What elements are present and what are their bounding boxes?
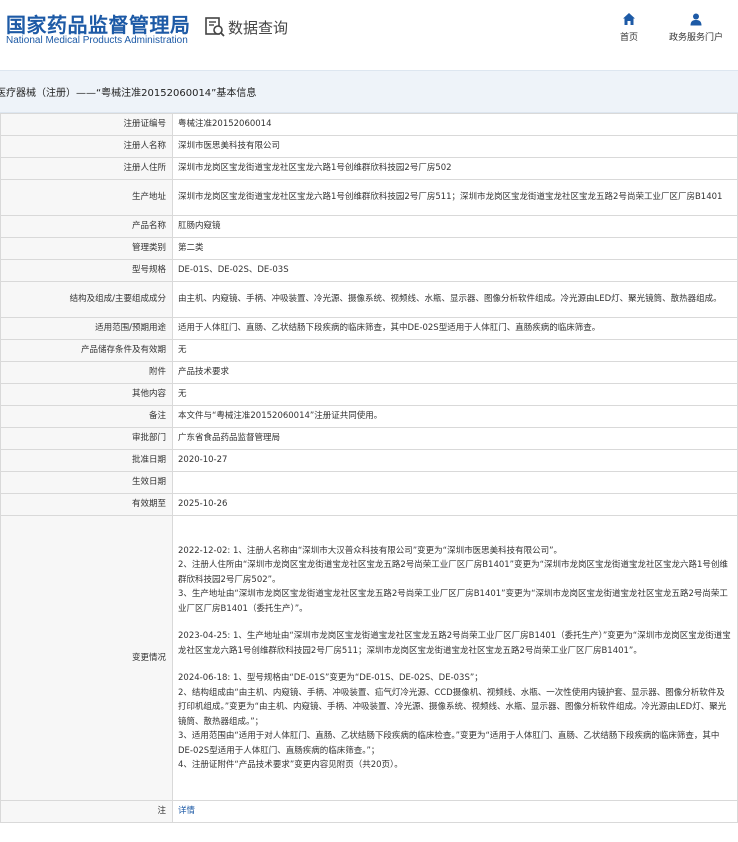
details-link[interactable]: 详情 xyxy=(178,806,195,816)
field-value: 由主机、内窥镜、手柄、冲吸装置、冷光源、摄像系统、视频线、水瓶、显示器、图像分析… xyxy=(172,281,738,318)
field-value: 深圳市龙岗区宝龙街道宝龙社区宝龙六路1号创维群欣科技园2号厂房511；深圳市龙岗… xyxy=(172,179,738,216)
change-entry: 2024-06-18: 1、型号规格由“DE-01S”变更为“DE-01S、DE… xyxy=(178,673,727,770)
field-value: 深圳市医思美科技有限公司 xyxy=(172,135,738,158)
field-value: 2020-10-27 xyxy=(172,449,738,472)
field-value: 无 xyxy=(172,383,738,406)
table-row: 产品储存条件及有效期无 xyxy=(0,339,738,362)
table-row: 审批部门 广东省食品药品监督管理局 xyxy=(0,427,738,450)
detail-table: 注册证编号 粤械注准20152060014 注册人名称 深圳市医思美科技有限公司 注册人… xyxy=(0,113,738,823)
home-icon xyxy=(623,13,635,25)
field-value: 本文件与“粤械注准20152060014”注册证共同使用。 xyxy=(172,405,738,428)
field-label: 附件 xyxy=(0,361,173,384)
field-label: 注册人名称 xyxy=(0,135,173,158)
table-row: 型号规格 DE-01S、DE-02S、DE-03S xyxy=(0,259,738,282)
table-row: 其他内容无 xyxy=(0,383,738,406)
field-label: 注 xyxy=(0,800,173,823)
table-row: 生产地址 深圳市龙岗区宝龙街道宝龙社区宝龙六路1号创维群欣科技园2号厂房511；深… xyxy=(0,179,738,216)
table-row: 结构及组成/主要组成成分 由主机、内窥镜、手柄、冲吸装置、冷光源、摄像系统、视频线… xyxy=(0,281,738,318)
field-value: 广东省食品药品监督管理局 xyxy=(172,427,738,450)
change-gap xyxy=(178,616,731,629)
table-row-note: 注详情 xyxy=(0,800,738,823)
table-row: 有效期至 2025-10-26 xyxy=(0,493,738,516)
search-doc-icon xyxy=(205,17,225,37)
field-value: 无 xyxy=(172,339,738,362)
field-value: 适用于人体肛门、直肠、乙状结肠下段疾病的临床筛查，其中DE-02S型适用于人体肛… xyxy=(172,317,738,340)
field-label: 型号规格 xyxy=(0,259,173,282)
field-label: 有效期至 xyxy=(0,493,173,516)
nav-home-label: 首页 xyxy=(619,33,638,43)
nav-service-portal-label: 政务服务门户 xyxy=(668,33,723,43)
change-history: 2022-12-02: 1、注册人名称由“深圳市大汉普众科技有限公司”变更为“深… xyxy=(172,515,738,801)
field-value: 粤械注准20152060014 xyxy=(172,113,738,136)
field-label: 生产地址 xyxy=(0,179,173,216)
nav-home[interactable]: 首页 xyxy=(612,12,646,43)
table-row: 产品名称 肛肠内窥镜 xyxy=(0,215,738,238)
field-label: 变更情况 xyxy=(0,515,173,801)
data-query-link[interactable]: 数据查询 xyxy=(204,15,288,39)
table-row: 附件 产品技术要求 xyxy=(0,361,738,384)
field-label: 其他内容 xyxy=(0,383,173,406)
field-label: 管理类别 xyxy=(0,237,173,260)
field-label: 注册证编号 xyxy=(0,113,173,136)
field-label: 备注 xyxy=(0,405,173,428)
data-query-label: 数据查询 xyxy=(228,18,289,37)
field-value: 详情 xyxy=(172,800,738,823)
change-entry: 2022-12-02: 1、注册人名称由“深圳市大汉普众科技有限公司”变更为“深… xyxy=(178,545,728,614)
change-gap xyxy=(178,658,731,671)
field-value: DE-01S、DE-02S、DE-03S xyxy=(172,259,738,282)
field-label: 生效日期 xyxy=(0,471,173,494)
field-label: 产品储存条件及有效期 xyxy=(0,339,173,362)
field-value xyxy=(172,471,738,494)
table-row: 注册人名称 深圳市医思美科技有限公司 xyxy=(0,135,738,158)
table-row: 注册人住所 深圳市龙岗区宝龙街道宝龙社区宝龙六路1号创维群欣科技园2号厂房502 xyxy=(0,157,738,180)
table-row: 注册证编号 粤械注准20152060014 xyxy=(0,113,738,136)
field-value: 产品技术要求 xyxy=(172,361,738,384)
table-row-changes: 变更情况 2022-12-02: 1、注册人名称由“深圳市大汉普众科技有限公司”变… xyxy=(0,515,738,801)
page-title: 医疗器械（注册）——“粤械注准20152060014”基本信息 xyxy=(0,88,257,99)
field-value: 2025-10-26 xyxy=(172,493,738,516)
field-label: 注册人住所 xyxy=(0,157,173,180)
field-label: 产品名称 xyxy=(0,215,173,238)
nav-service-portal[interactable]: 政务服务门户 xyxy=(666,12,726,43)
table-row: 批准日期 2020-10-27 xyxy=(0,449,738,472)
table-row: 备注 本文件与“粤械注准20152060014”注册证共同使用。 xyxy=(0,405,738,428)
field-value: 肛肠内窥镜 xyxy=(172,215,738,238)
field-value: 第二类 xyxy=(172,237,738,260)
site-header: 国家药品监督管理局 National Medical Products Admi… xyxy=(0,0,738,64)
field-value: 深圳市龙岗区宝龙街道宝龙社区宝龙六路1号创维群欣科技园2号厂房502 xyxy=(172,157,738,180)
table-row: 管理类别 第二类 xyxy=(0,237,738,260)
field-label: 审批部门 xyxy=(0,427,173,450)
breadcrumb: 医疗器械（注册）——“粤械注准20152060014”基本信息 xyxy=(0,70,738,113)
table-row: 适用范围/预期用途 适用于人体肛门、直肠、乙状结肠下段疾病的临床筛查，其中DE-0… xyxy=(0,317,738,340)
field-label: 结构及组成/主要组成成分 xyxy=(0,281,173,318)
table-row: 生效日期 xyxy=(0,471,738,494)
site-logo-title[interactable]: 国家药品监督管理局 xyxy=(6,9,191,38)
field-label: 批准日期 xyxy=(0,449,173,472)
field-label: 适用范围/预期用途 xyxy=(0,317,173,340)
change-entry: 2023-04-25: 1、生产地址由“深圳市龙岗区宝龙街道宝龙社区宝龙五路2号… xyxy=(178,631,731,656)
site-logo-subtitle[interactable]: National Medical Products Administration xyxy=(6,35,188,46)
user-icon xyxy=(690,13,702,26)
